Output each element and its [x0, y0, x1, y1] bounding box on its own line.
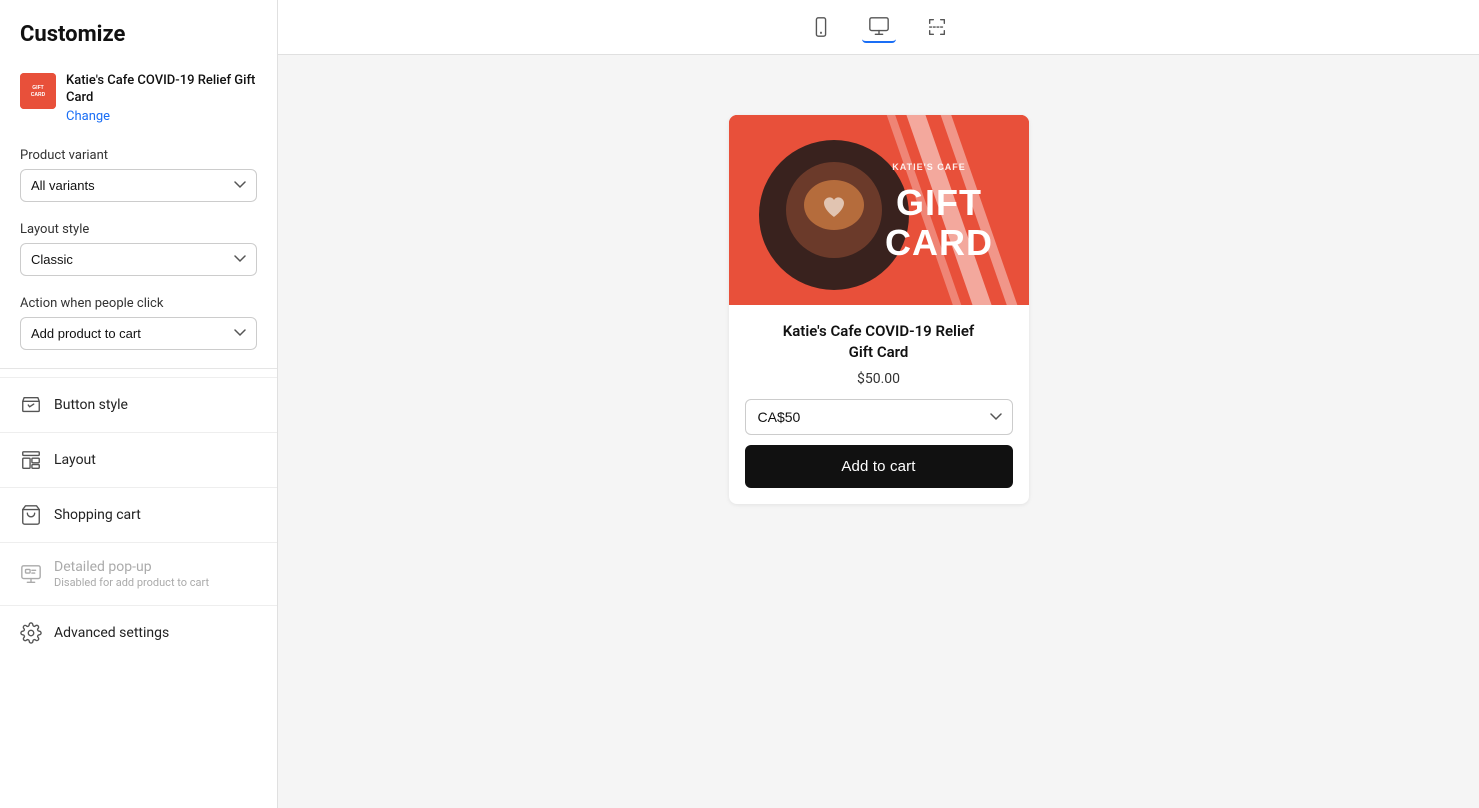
button-style-icon [20, 394, 42, 416]
gift-card-svg: KATIE'S CAFE GIFT CARD [729, 115, 1029, 305]
cart-icon [20, 504, 42, 526]
layout-icon [20, 449, 42, 471]
detailed-popup-sublabel: Disabled for add product to cart [54, 576, 209, 589]
sidebar: Customize GIFT CARD Katie's Cafe COVID-1… [0, 0, 278, 808]
preview-toolbar [278, 0, 1479, 55]
layout-style-select[interactable]: Classic [20, 243, 257, 276]
card-product-price: $50.00 [745, 371, 1013, 387]
desktop-preview-button[interactable] [862, 11, 896, 43]
settings-icon [20, 622, 42, 644]
svg-text:KATIE'S CAFE: KATIE'S CAFE [892, 162, 965, 172]
product-card: KATIE'S CAFE GIFT CARD Katie's Cafe COVI… [729, 115, 1029, 504]
sidebar-item-button-style[interactable]: Button style [0, 377, 277, 432]
layout-label: Layout [54, 452, 96, 468]
card-product-title: Katie's Cafe COVID-19 ReliefGift Card [745, 321, 1013, 363]
popup-icon [20, 563, 42, 585]
button-style-label: Button style [54, 397, 128, 413]
product-variant-label: Product variant [20, 148, 257, 163]
action-click-select[interactable]: Add product to cart [20, 317, 257, 350]
svg-text:CARD: CARD [31, 92, 46, 98]
mobile-icon [810, 16, 832, 38]
preview-area: KATIE'S CAFE GIFT CARD Katie's Cafe COVI… [278, 55, 1479, 808]
action-click-section: Action when people click Add product to … [0, 286, 277, 360]
sidebar-item-detailed-popup: Detailed pop-up Disabled for add product… [0, 542, 277, 605]
page-title: Customize [0, 0, 277, 63]
mobile-preview-button[interactable] [804, 12, 838, 42]
product-row: GIFT CARD Katie's Cafe COVID-19 Relief G… [0, 63, 277, 138]
product-thumb-icon: GIFT CARD [20, 73, 56, 109]
stretch-preview-button[interactable] [920, 12, 954, 42]
desktop-icon [868, 15, 890, 37]
product-change-link[interactable]: Change [66, 109, 257, 124]
shopping-cart-label: Shopping cart [54, 507, 141, 523]
product-variant-select[interactable]: All variants [20, 169, 257, 202]
action-click-label: Action when people click [20, 296, 257, 311]
product-name: Katie's Cafe COVID-19 Relief Gift Card [66, 73, 257, 107]
stretch-icon [926, 16, 948, 38]
sidebar-item-shopping-cart[interactable]: Shopping cart [0, 487, 277, 542]
popup-label-wrap: Detailed pop-up Disabled for add product… [54, 559, 209, 589]
detailed-popup-label: Detailed pop-up [54, 559, 209, 575]
divider-1 [0, 368, 277, 369]
main-area: KATIE'S CAFE GIFT CARD Katie's Cafe COVI… [278, 0, 1479, 808]
product-info: Katie's Cafe COVID-19 Relief Gift Card C… [66, 73, 257, 124]
product-card-image: KATIE'S CAFE GIFT CARD [729, 115, 1029, 305]
product-card-body: Katie's Cafe COVID-19 ReliefGift Card $5… [729, 305, 1029, 504]
product-variant-section: Product variant All variants [0, 138, 277, 212]
svg-text:GIFT: GIFT [32, 85, 43, 91]
card-variant-select[interactable]: CA$50 [745, 399, 1013, 435]
layout-style-section: Layout style Classic [0, 212, 277, 286]
advanced-settings-label: Advanced settings [54, 625, 169, 641]
svg-text:CARD: CARD [885, 222, 993, 263]
product-thumbnail: GIFT CARD [20, 73, 56, 109]
sidebar-item-layout[interactable]: Layout [0, 432, 277, 487]
add-to-cart-button[interactable]: Add to cart [745, 445, 1013, 488]
sidebar-item-advanced-settings[interactable]: Advanced settings [0, 605, 277, 660]
svg-text:GIFT: GIFT [896, 182, 982, 223]
layout-style-label: Layout style [20, 222, 257, 237]
